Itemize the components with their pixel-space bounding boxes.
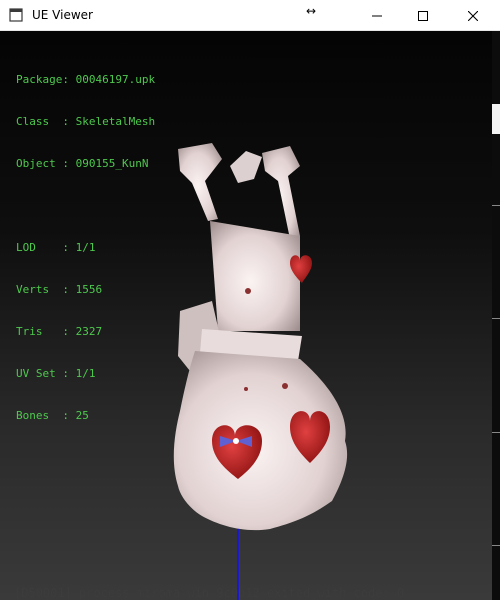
background-divider bbox=[492, 545, 500, 546]
lod-row: LOD : 1/1 bbox=[16, 241, 155, 255]
title-bar[interactable]: UE Viewer ↔ bbox=[0, 0, 500, 31]
background-console-output: [D50001] process miroma win 9c0b12 exite… bbox=[14, 586, 405, 600]
tris-row: Tris : 2327 bbox=[16, 325, 155, 339]
verts-row: Verts : 1556 bbox=[16, 283, 155, 297]
background-divider bbox=[492, 205, 500, 206]
close-icon bbox=[468, 10, 478, 21]
package-value: 00046197.upk bbox=[75, 73, 156, 86]
class-value: SkeletalMesh bbox=[75, 115, 156, 128]
resize-cursor-icon: ↔ bbox=[306, 4, 317, 18]
minimize-icon bbox=[372, 15, 382, 16]
maximize-button[interactable] bbox=[400, 0, 446, 31]
minimize-button[interactable] bbox=[354, 0, 400, 31]
verts-value: 1556 bbox=[75, 283, 103, 296]
background-divider bbox=[492, 318, 500, 319]
window-title: UE Viewer bbox=[32, 8, 93, 22]
package-row: Package: 00046197.upk bbox=[16, 73, 155, 87]
bones-label: Bones : bbox=[16, 409, 76, 422]
maximize-icon bbox=[418, 10, 428, 21]
close-button[interactable] bbox=[446, 0, 500, 31]
background-divider bbox=[492, 432, 500, 433]
bones-value: 25 bbox=[75, 409, 89, 422]
object-label: Object : bbox=[16, 157, 76, 170]
mesh-info-overlay: Package: 00046197.upk Class : SkeletalMe… bbox=[16, 45, 155, 451]
object-row: Object : 090155_KunN bbox=[16, 157, 155, 171]
package-label: Package: bbox=[16, 73, 76, 86]
object-value: 090155_KunN bbox=[75, 157, 149, 170]
tris-value: 2327 bbox=[75, 325, 103, 338]
class-label: Class : bbox=[16, 115, 76, 128]
apron-mesh-render bbox=[173, 143, 348, 531]
mesh-viewport[interactable]: Package: 00046197.upk Class : SkeletalMe… bbox=[0, 31, 492, 600]
bones-row: Bones : 25 bbox=[16, 409, 155, 423]
verts-label: Verts : bbox=[16, 283, 76, 296]
uvset-label: UV Set : bbox=[16, 367, 76, 380]
background-panel bbox=[492, 104, 500, 134]
class-row: Class : SkeletalMesh bbox=[16, 115, 155, 129]
app-icon bbox=[9, 8, 23, 22]
lod-value: 1/1 bbox=[75, 241, 96, 254]
lod-label: LOD : bbox=[16, 241, 76, 254]
tris-label: Tris : bbox=[16, 325, 76, 338]
uvset-value: 1/1 bbox=[75, 367, 96, 380]
uvset-row: UV Set : 1/1 bbox=[16, 367, 155, 381]
